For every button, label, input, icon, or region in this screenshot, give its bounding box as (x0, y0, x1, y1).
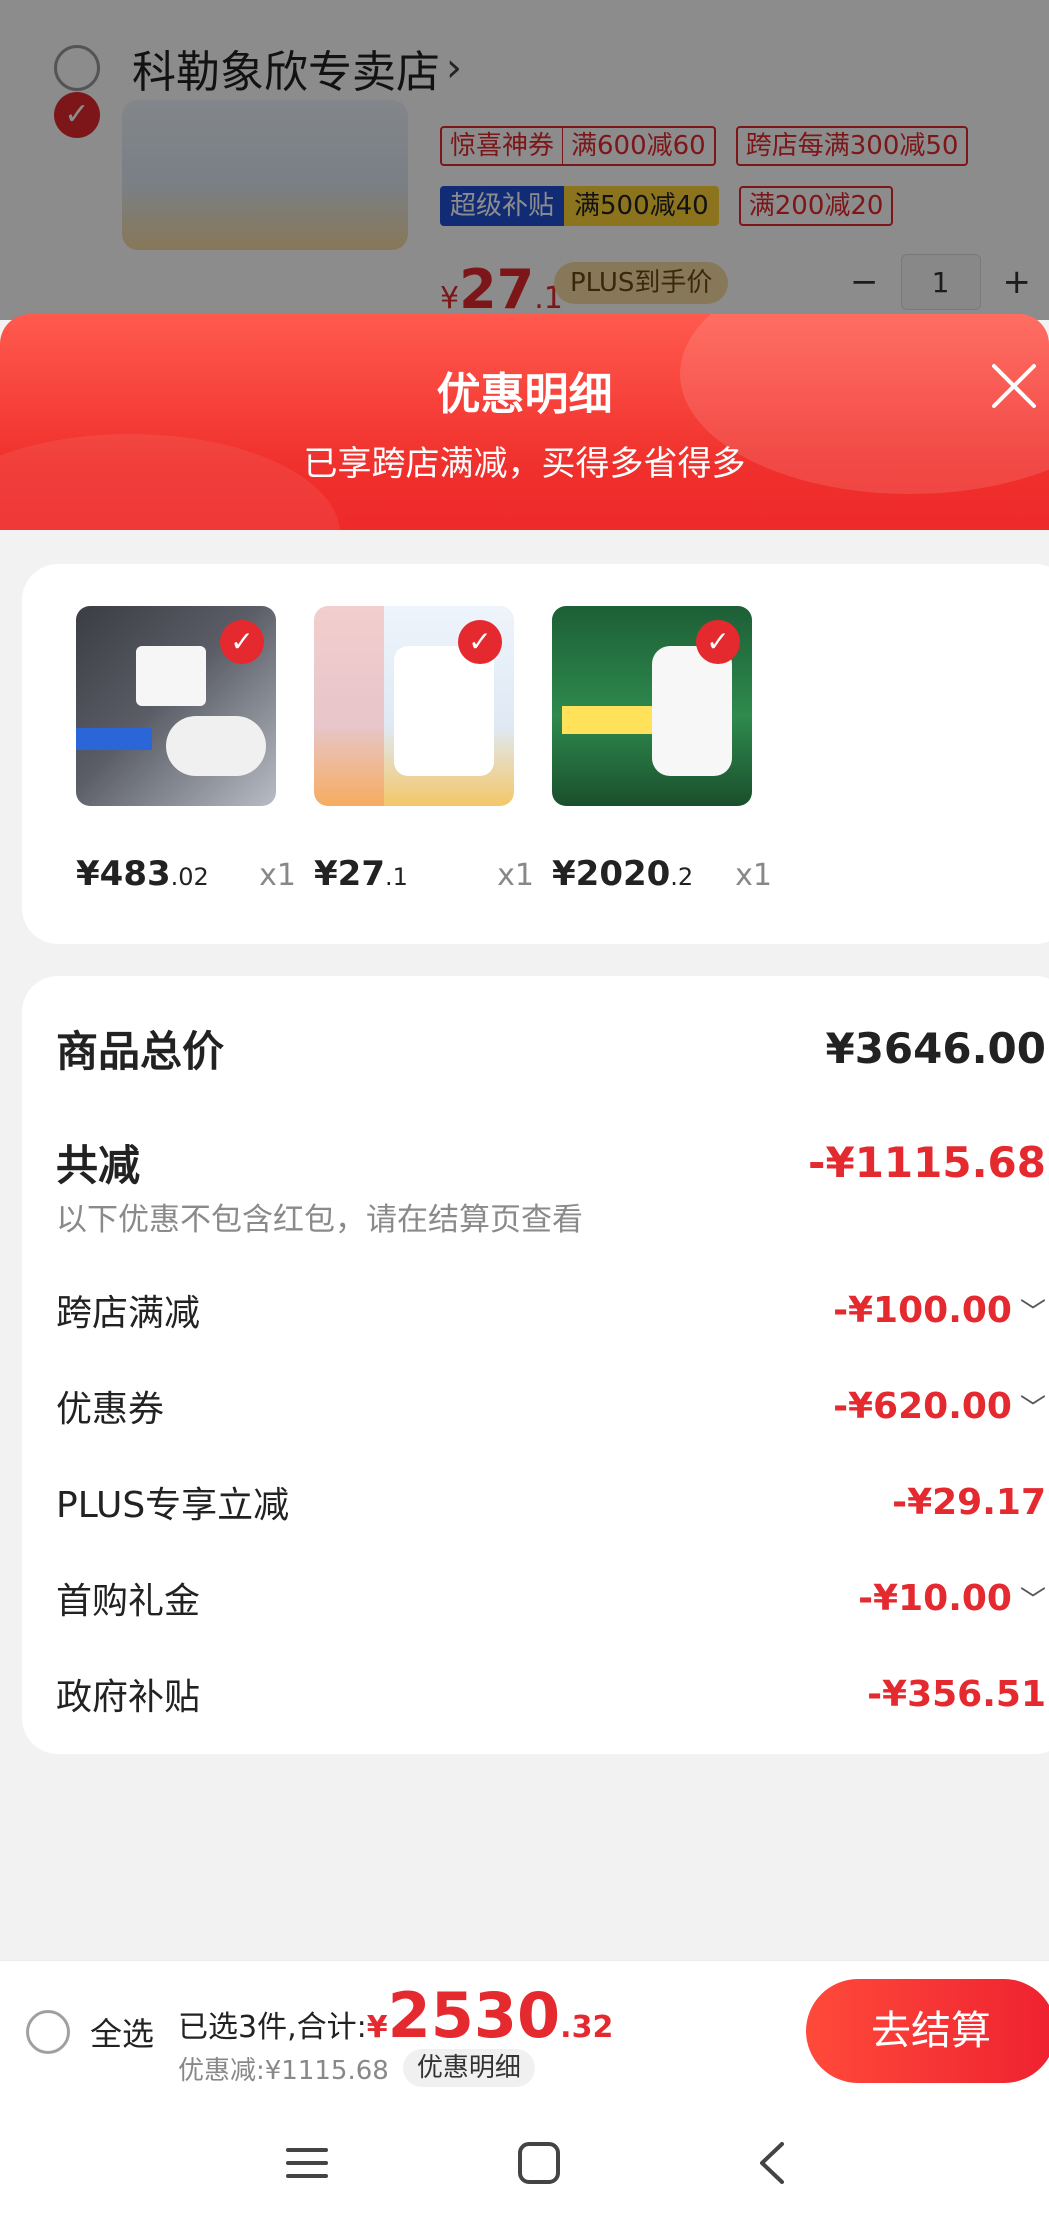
discount-value[interactable]: -¥10.00 ﹀ (858, 1578, 1046, 1619)
modal-backdrop[interactable] (0, 0, 1049, 320)
discount-row-cross-store[interactable]: 跨店满减 -¥100.00 ﹀ (56, 1284, 1046, 1336)
checked-icon: ✓ (458, 620, 502, 664)
total-reduced-label: 共减 (56, 1141, 141, 1190)
discount-note: 以下优惠不包含红包，请在结算页查看 (56, 1202, 583, 1238)
home-icon[interactable] (512, 2136, 566, 2190)
checked-icon: ✓ (220, 620, 264, 664)
product-image[interactable]: ✓ (314, 606, 514, 806)
total-currency: ¥ (366, 2010, 388, 2045)
total-summary: 已选3件,合计: ¥ 2530 .32 (178, 1979, 613, 2052)
product-quantity: x1 (735, 858, 772, 893)
total-price-value: ¥3646.00 (825, 1024, 1046, 1073)
product-item[interactable]: ✓ ¥2020.2 x1 (552, 606, 792, 894)
chevron-down-icon[interactable]: ﹀ (1020, 1292, 1046, 1329)
menu-icon[interactable] (280, 2136, 334, 2190)
discount-row-first-purchase[interactable]: 首购礼金 -¥10.00 ﹀ (56, 1572, 1046, 1624)
chevron-down-icon[interactable]: ﹀ (1020, 1580, 1046, 1617)
total-reduced-row: 共减 -¥1115.68 (56, 1132, 1046, 1193)
chevron-down-icon[interactable]: ﹀ (1020, 1388, 1046, 1425)
total-price-label: 商品总价 (56, 1027, 225, 1076)
discount-detail-button[interactable]: 优惠明细 (402, 2049, 535, 2087)
discount-detail-header: 优惠明细 已享跨店满减，买得多省得多 (0, 314, 1049, 530)
discount-row-gov-subsidy: 政府补贴 -¥356.51 (56, 1668, 1046, 1720)
product-price: ¥483.02 (76, 854, 209, 894)
total-reduced-value: -¥1115.68 (808, 1138, 1046, 1187)
product-image[interactable]: ✓ (552, 606, 752, 806)
total-decimal: .32 (560, 2010, 614, 2045)
discount-label: 优惠券 (56, 1389, 165, 1430)
sheet-title: 优惠明细 (436, 369, 613, 420)
discount-row-plus: PLUS专享立减 -¥29.17 (56, 1476, 1046, 1528)
saved-summary: 优惠减:¥1115.68 优惠明细 (178, 2049, 535, 2087)
discount-value[interactable]: -¥620.00 ﹀ (833, 1386, 1046, 1427)
sheet-subtitle: 已享跨店满减，买得多省得多 (303, 444, 746, 484)
back-icon[interactable] (746, 2136, 800, 2190)
select-all[interactable]: 全选 (26, 2009, 154, 2055)
product-image[interactable]: ✓ (76, 606, 276, 806)
saved-amount: 优惠减:¥1115.68 (178, 2055, 389, 2086)
close-icon[interactable] (988, 360, 1040, 412)
discount-value: -¥356.51 (867, 1673, 1046, 1715)
discount-label: 政府补贴 (56, 1677, 201, 1718)
product-price: ¥2020.2 (552, 854, 694, 894)
select-all-radio[interactable] (26, 2010, 70, 2054)
price-breakdown-card: 商品总价 ¥3646.00 共减 -¥1115.68 以下优惠不包含红包，请在结… (22, 976, 1049, 1754)
discount-row-coupon[interactable]: 优惠券 -¥620.00 ﹀ (56, 1380, 1046, 1432)
total-price-row: 商品总价 ¥3646.00 (56, 1018, 1046, 1079)
discount-label: 首购礼金 (56, 1581, 201, 1622)
discount-label: 跨店满减 (56, 1293, 201, 1334)
total-amount: 2530 (387, 1979, 561, 2052)
select-all-label[interactable]: 全选 (90, 2009, 154, 2055)
product-quantity: x1 (259, 858, 296, 893)
system-nav-bar (0, 2098, 1049, 2228)
checkout-button[interactable]: 去结算 (806, 1979, 1049, 2083)
checked-icon: ✓ (696, 620, 740, 664)
discount-label: PLUS专享立减 (56, 1485, 290, 1526)
selected-products-card: ✓ ¥483.02 x1 ✓ ¥27.1 x1 ✓ ¥2020.2 x1 (22, 564, 1049, 944)
product-item[interactable]: ✓ ¥27.1 x1 (314, 606, 554, 894)
product-item[interactable]: ✓ ¥483.02 x1 (76, 606, 316, 894)
product-price: ¥27.1 (314, 854, 408, 894)
discount-value: -¥29.17 (892, 1481, 1046, 1523)
checkout-bar: 全选 已选3件,合计: ¥ 2530 .32 优惠减:¥1115.68 优惠明细… (0, 1960, 1049, 2098)
selected-count-label: 已选3件,合计: (178, 2010, 367, 2045)
discount-value[interactable]: -¥100.00 ﹀ (833, 1290, 1046, 1331)
product-quantity: x1 (497, 858, 534, 893)
